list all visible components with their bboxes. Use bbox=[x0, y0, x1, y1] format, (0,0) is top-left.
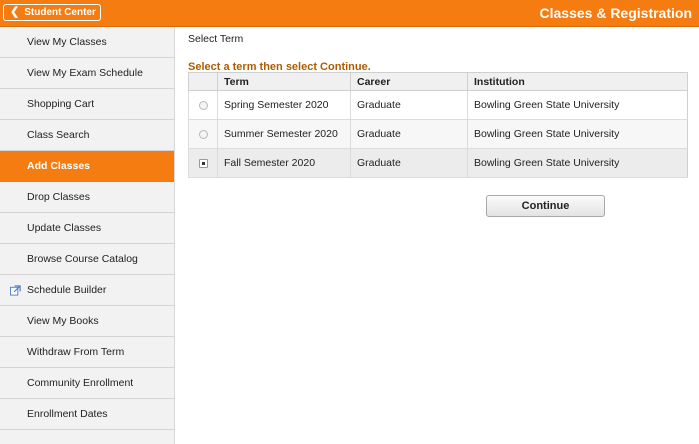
sidebar-item-label: View My Classes bbox=[27, 36, 107, 48]
external-link-icon bbox=[10, 285, 21, 296]
sidebar-item-enrollment-dates[interactable]: Enrollment Dates bbox=[0, 399, 174, 430]
career-cell: Graduate bbox=[350, 90, 468, 120]
sidebar-item-label: Shopping Cart bbox=[27, 98, 95, 110]
sidebar-item-community-enrollment[interactable]: Community Enrollment bbox=[0, 368, 174, 399]
section-label: Select Term bbox=[188, 33, 244, 45]
sidebar-item-view-my-books[interactable]: View My Books bbox=[0, 306, 174, 337]
sidebar-item-label: Class Search bbox=[27, 129, 90, 141]
column-header-career: Career bbox=[350, 72, 468, 91]
continue-button[interactable]: Continue bbox=[486, 195, 605, 217]
table-row[interactable]: Summer Semester 2020 Graduate Bowling Gr… bbox=[188, 119, 688, 149]
table-row[interactable]: Fall Semester 2020 Graduate Bowling Gree… bbox=[188, 148, 688, 178]
student-center-back-button[interactable]: ❮ Student Center bbox=[3, 4, 101, 21]
column-header-institution: Institution bbox=[467, 72, 688, 91]
chevron-left-icon: ❮ bbox=[10, 6, 20, 18]
term-radio-button[interactable] bbox=[198, 129, 208, 139]
sidebar-item-label: Browse Course Catalog bbox=[27, 253, 138, 265]
sidebar-item-add-classes[interactable]: Add Classes bbox=[0, 151, 174, 182]
sidebar-item-label: Update Classes bbox=[27, 222, 102, 234]
career-cell: Graduate bbox=[350, 148, 468, 178]
term-radio-button[interactable] bbox=[198, 100, 208, 110]
sidebar-item-label: Add Classes bbox=[27, 160, 91, 172]
sidebar-item-view-my-classes[interactable]: View My Classes bbox=[0, 27, 174, 58]
app-header: ❮ Student Center Classes & Registration bbox=[0, 0, 699, 27]
institution-cell: Bowling Green State University bbox=[467, 148, 688, 178]
career-cell: Graduate bbox=[350, 119, 468, 149]
term-radio-button-selected[interactable] bbox=[198, 158, 208, 168]
term-cell: Fall Semester 2020 bbox=[217, 148, 351, 178]
table-header-row: Term Career Institution bbox=[188, 72, 688, 91]
sidebar-item-browse-course-catalog[interactable]: Browse Course Catalog bbox=[0, 244, 174, 275]
sidebar-item-label: Drop Classes bbox=[27, 191, 91, 203]
sidebar-item-view-my-exam-schedule[interactable]: View My Exam Schedule bbox=[0, 58, 174, 89]
sidebar-item-label: View My Books bbox=[27, 315, 99, 327]
radio-cell bbox=[188, 90, 218, 120]
sidebar-item-schedule-builder[interactable]: Schedule Builder bbox=[0, 275, 174, 306]
sidebar-nav: View My Classes View My Exam Schedule Sh… bbox=[0, 27, 175, 444]
sidebar-item-label: View My Exam Schedule bbox=[27, 67, 143, 79]
sidebar-item-update-classes[interactable]: Update Classes bbox=[0, 213, 174, 244]
sidebar-item-label: Enrollment Dates bbox=[27, 408, 108, 420]
radio-column-header bbox=[188, 72, 218, 91]
term-table: Term Career Institution Spring Semester … bbox=[188, 72, 688, 178]
sidebar-item-class-search[interactable]: Class Search bbox=[0, 120, 174, 151]
sidebar-item-withdraw-from-term[interactable]: Withdraw From Term bbox=[0, 337, 174, 368]
radio-cell bbox=[188, 148, 218, 178]
page-title: Classes & Registration bbox=[539, 5, 693, 21]
column-header-term: Term bbox=[217, 72, 351, 91]
table-row[interactable]: Spring Semester 2020 Graduate Bowling Gr… bbox=[188, 90, 688, 120]
sidebar-item-label: Schedule Builder bbox=[27, 284, 107, 296]
sidebar-item-label: Withdraw From Term bbox=[27, 346, 125, 358]
sidebar-item-shopping-cart[interactable]: Shopping Cart bbox=[0, 89, 174, 120]
institution-cell: Bowling Green State University bbox=[467, 90, 688, 120]
institution-cell: Bowling Green State University bbox=[467, 119, 688, 149]
radio-cell bbox=[188, 119, 218, 149]
back-button-label: Student Center bbox=[24, 7, 96, 18]
sidebar-item-drop-classes[interactable]: Drop Classes bbox=[0, 182, 174, 213]
term-cell: Summer Semester 2020 bbox=[217, 119, 351, 149]
term-cell: Spring Semester 2020 bbox=[217, 90, 351, 120]
sidebar-item-label: Community Enrollment bbox=[27, 377, 134, 389]
